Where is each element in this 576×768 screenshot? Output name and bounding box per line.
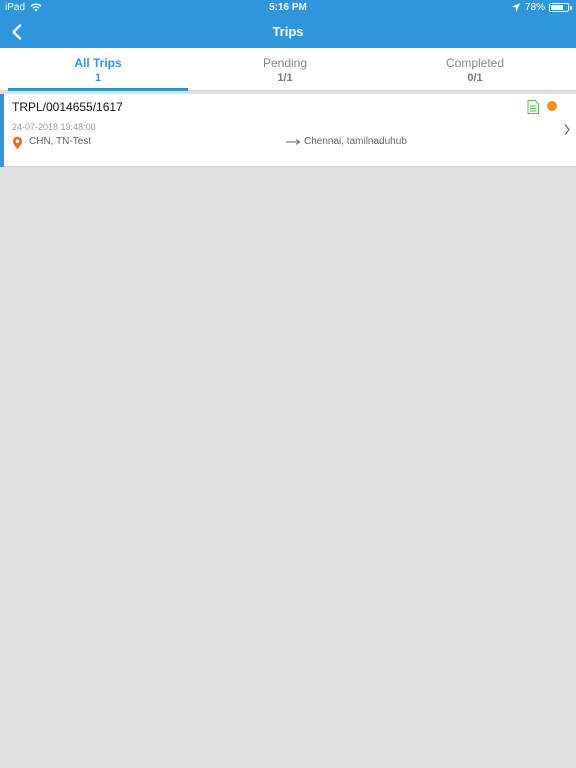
- status-bar: iPad 5:16 PM 78%: [0, 0, 576, 16]
- chevron-right-icon[interactable]: [563, 123, 571, 136]
- battery-icon: [549, 3, 569, 12]
- trip-list-item[interactable]: TRPL/0014655/1617 24-07-2018 19:48:00 CH…: [0, 94, 576, 167]
- tab-pending[interactable]: Pending 1/1: [195, 48, 375, 90]
- status-right: 78%: [511, 2, 572, 13]
- trip-list-empty-area: [0, 168, 576, 768]
- card-accent-bar: [0, 94, 4, 167]
- battery-tip: [570, 5, 572, 10]
- document-icon[interactable]: [527, 100, 539, 114]
- trip-origin: CHN, TN-Test: [29, 136, 92, 147]
- tab-count: 1: [94, 72, 102, 84]
- trip-id: TRPL/0014655/1617: [12, 100, 123, 114]
- tab-completed[interactable]: Completed 0/1: [385, 48, 565, 90]
- trip-datetime: 24-07-2018 19:48:00: [12, 122, 96, 132]
- location-arrow-icon: [511, 3, 520, 12]
- route-arrow-icon: [286, 139, 301, 145]
- active-tab-indicator: [8, 88, 188, 91]
- battery-percent: 78%: [524, 2, 545, 13]
- tab-label: Pending: [262, 56, 308, 70]
- battery-fill: [551, 5, 564, 10]
- trip-tabs: All Trips 1 Pending 1/1 Completed 0/1: [0, 48, 576, 91]
- tab-label: All Trips: [74, 56, 122, 70]
- status-time: 5:16 PM: [269, 2, 307, 13]
- trip-destination: Chennai, tamilnaduhub: [304, 136, 407, 147]
- tab-count: 0/1: [467, 72, 483, 84]
- trip-status-dot: [547, 101, 557, 111]
- page-title: Trips: [272, 24, 304, 39]
- tab-all-trips[interactable]: All Trips 1: [8, 48, 188, 90]
- tab-label: Completed: [445, 56, 505, 70]
- nav-bar: Trips: [0, 16, 576, 48]
- location-pin-icon: [13, 136, 22, 150]
- tab-count: 1/1: [277, 72, 293, 84]
